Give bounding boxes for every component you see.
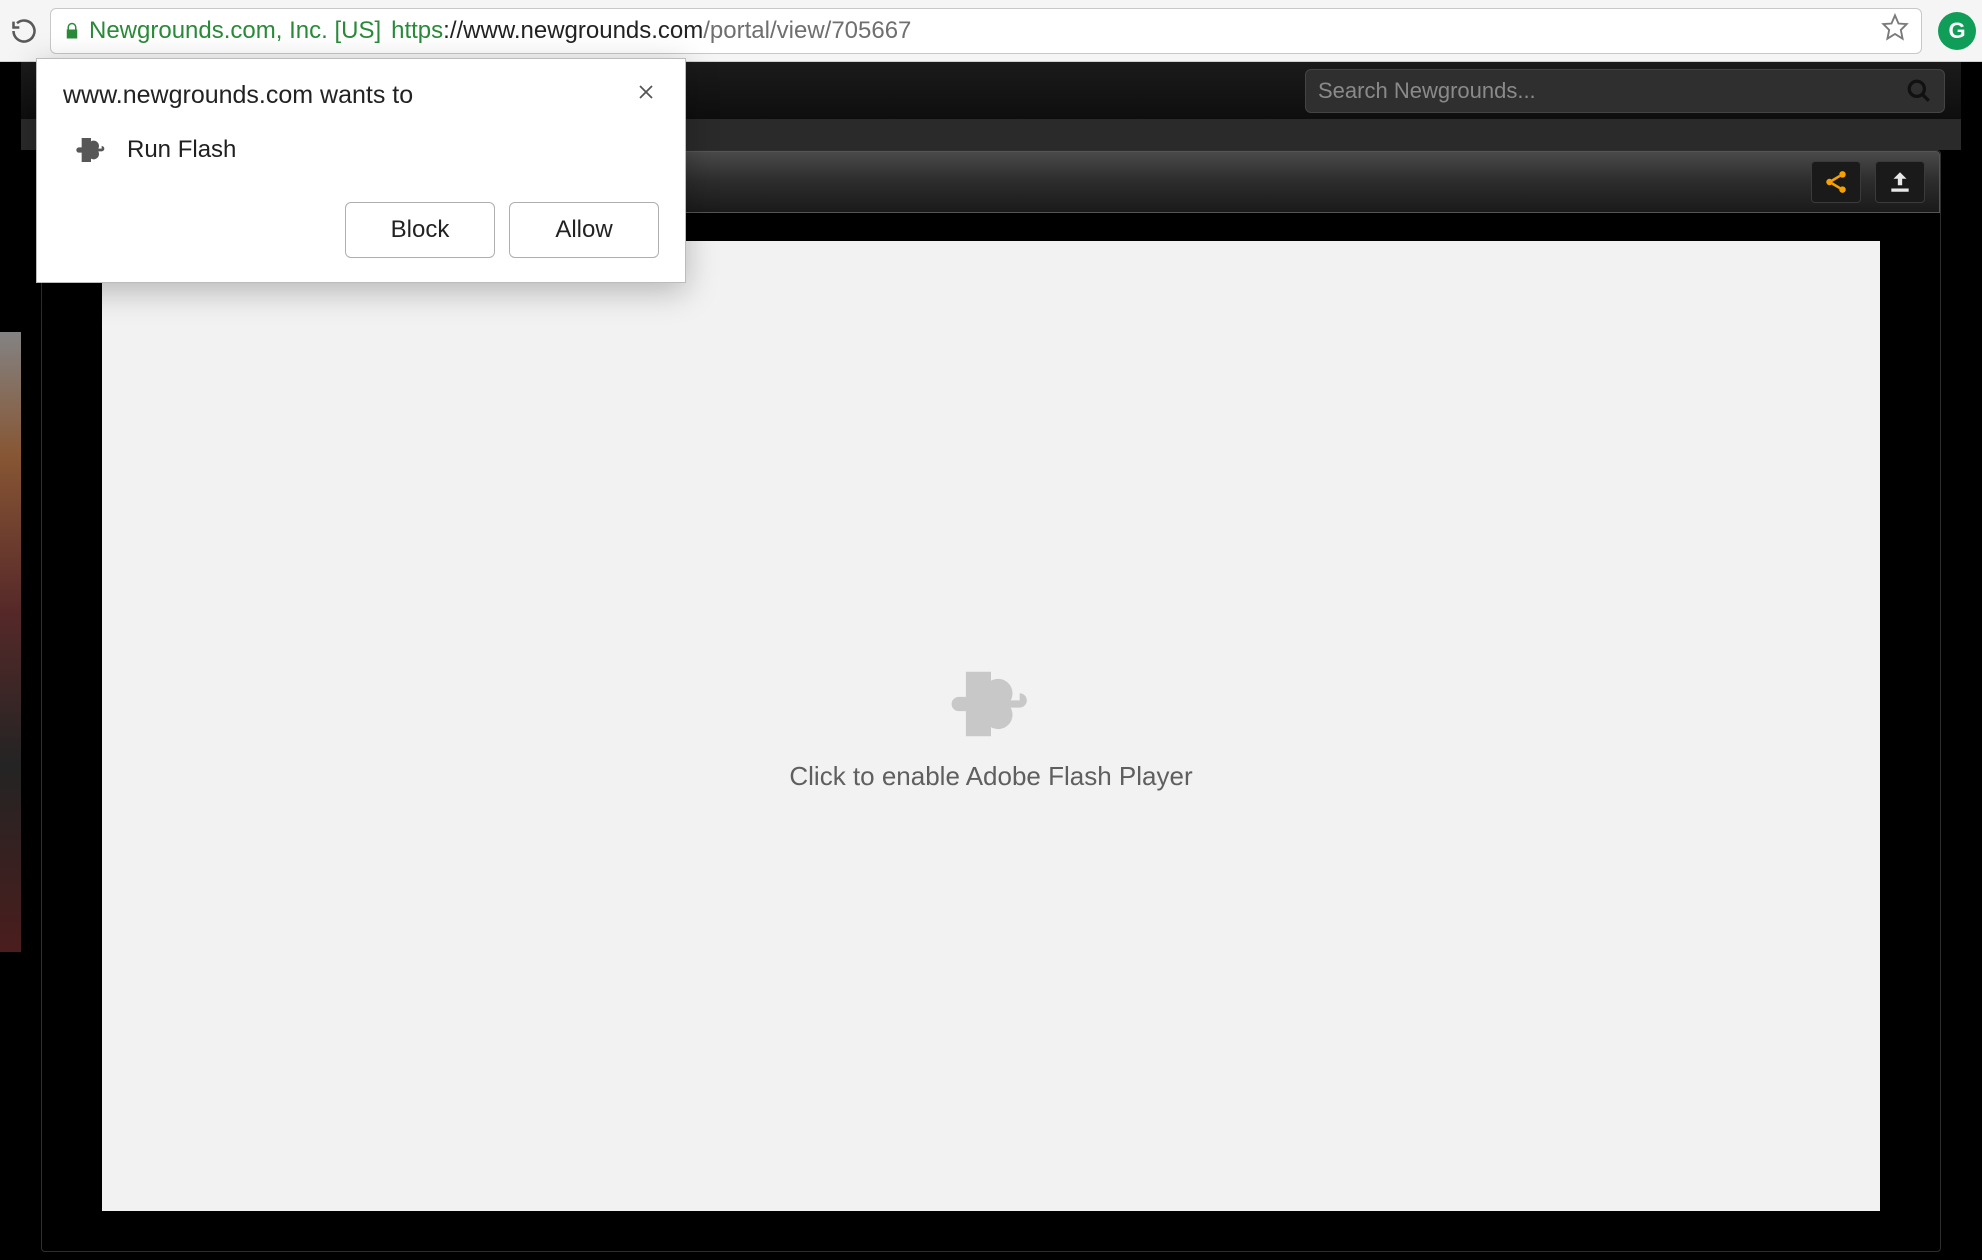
puzzle-icon (948, 661, 1034, 747)
browser-toolbar: Newgrounds.com, Inc. [US] https://www.ne… (0, 0, 1982, 62)
content-panel: Click to enable Adobe Flash Player (41, 150, 1941, 1252)
permission-popup: www.newgrounds.com wants to Run Flash Bl… (36, 58, 686, 283)
share-icon (1823, 169, 1849, 195)
upload-icon (1887, 169, 1913, 195)
share-button[interactable] (1811, 161, 1861, 203)
ev-certificate-badge[interactable]: Newgrounds.com, Inc. [US] (63, 17, 381, 45)
star-icon (1881, 13, 1909, 41)
extension-label: G (1948, 18, 1965, 44)
extension-button[interactable]: G (1938, 12, 1976, 50)
permission-item-label: Run Flash (127, 136, 236, 164)
search-input[interactable] (1318, 78, 1906, 104)
reload-button[interactable] (6, 13, 42, 49)
reload-icon (10, 17, 38, 45)
allow-button[interactable]: Allow (509, 202, 659, 258)
address-bar[interactable]: Newgrounds.com, Inc. [US] https://www.ne… (50, 8, 1922, 54)
url-text: https://www.newgrounds.com/portal/view/7… (391, 17, 911, 45)
flash-placeholder[interactable]: Click to enable Adobe Flash Player (102, 241, 1880, 1211)
flash-message: Click to enable Adobe Flash Player (789, 761, 1192, 792)
search-box[interactable] (1305, 69, 1945, 113)
permission-item: Run Flash (63, 134, 659, 166)
lock-icon (63, 21, 81, 41)
close-icon (637, 83, 655, 101)
ev-cert-name: Newgrounds.com, Inc. [US] (89, 17, 381, 45)
search-icon[interactable] (1906, 78, 1932, 104)
upload-button[interactable] (1875, 161, 1925, 203)
permission-close-button[interactable] (633, 81, 659, 107)
permission-title: www.newgrounds.com wants to (63, 81, 413, 110)
plugin-icon (75, 134, 107, 166)
permission-actions: Block Allow (63, 202, 659, 258)
bookmark-button[interactable] (1881, 13, 1909, 48)
block-button[interactable]: Block (345, 202, 495, 258)
titlebar-actions (1811, 161, 1925, 203)
